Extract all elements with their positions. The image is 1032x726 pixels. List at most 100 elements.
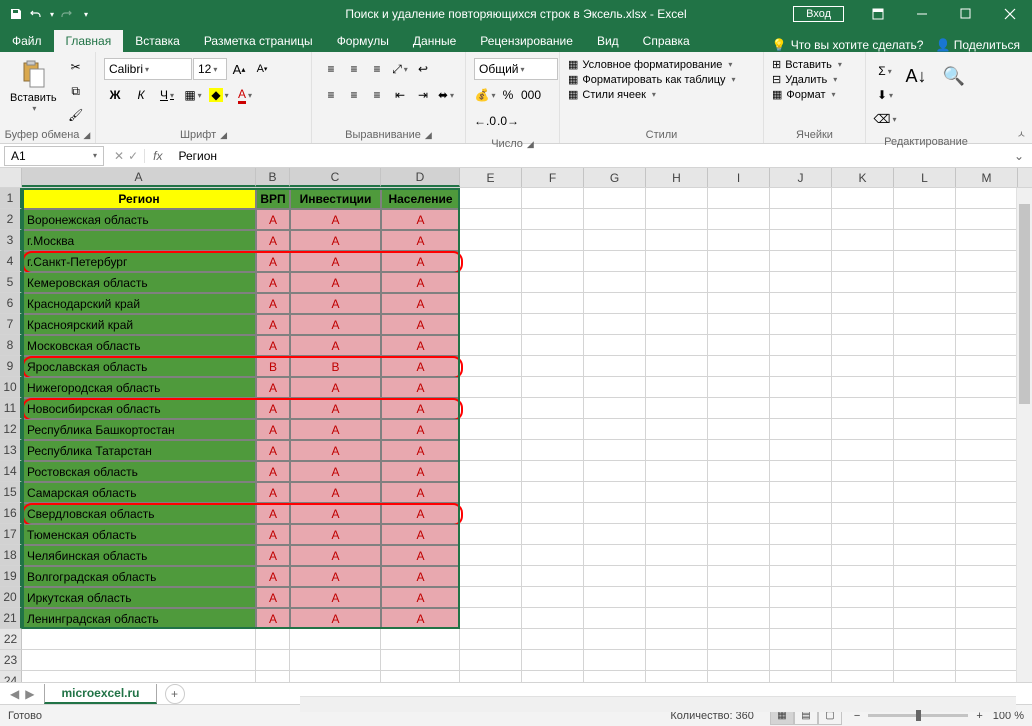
cell[interactable] bbox=[460, 461, 522, 482]
align-top-icon[interactable]: ≡ bbox=[320, 58, 342, 80]
cell[interactable] bbox=[956, 398, 1018, 419]
cell[interactable]: A bbox=[290, 209, 381, 230]
cell[interactable] bbox=[22, 650, 256, 671]
cell[interactable] bbox=[708, 650, 770, 671]
tab-file[interactable]: Файл bbox=[0, 30, 54, 52]
vertical-scrollbar[interactable] bbox=[1016, 188, 1032, 682]
cell[interactable] bbox=[770, 272, 832, 293]
cell[interactable] bbox=[460, 272, 522, 293]
cell[interactable] bbox=[584, 587, 646, 608]
cell[interactable]: A bbox=[256, 482, 290, 503]
cell[interactable] bbox=[584, 272, 646, 293]
cell[interactable] bbox=[770, 314, 832, 335]
cell[interactable] bbox=[770, 587, 832, 608]
cell[interactable] bbox=[832, 398, 894, 419]
cell[interactable] bbox=[832, 629, 894, 650]
cell[interactable] bbox=[584, 629, 646, 650]
bold-icon[interactable]: Ж bbox=[104, 84, 126, 106]
cell[interactable] bbox=[956, 545, 1018, 566]
cell[interactable] bbox=[460, 188, 522, 209]
row-header[interactable]: 13 bbox=[0, 440, 22, 461]
cell[interactable]: A bbox=[290, 608, 381, 629]
cell[interactable] bbox=[522, 293, 584, 314]
cell[interactable] bbox=[770, 440, 832, 461]
cell[interactable]: A bbox=[381, 272, 460, 293]
cell[interactable]: B bbox=[256, 356, 290, 377]
cell[interactable] bbox=[956, 314, 1018, 335]
undo-dropdown-icon[interactable]: ▾ bbox=[50, 10, 54, 19]
cell[interactable] bbox=[832, 293, 894, 314]
add-sheet-icon[interactable]: + bbox=[165, 684, 185, 704]
cell[interactable] bbox=[832, 587, 894, 608]
cell[interactable] bbox=[522, 461, 584, 482]
cell[interactable]: A bbox=[256, 230, 290, 251]
cell[interactable] bbox=[832, 272, 894, 293]
zoom-slider[interactable] bbox=[868, 714, 968, 717]
indent-inc-icon[interactable]: ⇥ bbox=[412, 84, 434, 106]
cell[interactable]: Инвестиции bbox=[290, 188, 381, 209]
cell[interactable]: A bbox=[290, 545, 381, 566]
cell[interactable]: A bbox=[290, 251, 381, 272]
comma-icon[interactable]: 000 bbox=[520, 84, 542, 106]
col-header-G[interactable]: G bbox=[584, 168, 646, 187]
cell[interactable] bbox=[460, 482, 522, 503]
font-dialog-icon[interactable]: ◢ bbox=[220, 130, 227, 141]
tab-help[interactable]: Справка bbox=[631, 30, 702, 52]
cell[interactable] bbox=[522, 377, 584, 398]
cell[interactable]: A bbox=[381, 398, 460, 419]
cell[interactable] bbox=[708, 251, 770, 272]
cell[interactable] bbox=[770, 482, 832, 503]
cell[interactable] bbox=[832, 503, 894, 524]
cell[interactable]: A bbox=[381, 356, 460, 377]
cell[interactable] bbox=[522, 314, 584, 335]
align-left-icon[interactable]: ≡ bbox=[320, 84, 342, 106]
cell[interactable] bbox=[460, 566, 522, 587]
cell[interactable] bbox=[832, 230, 894, 251]
table-row[interactable]: Самарская областьAAA bbox=[22, 482, 1018, 503]
cell[interactable] bbox=[832, 482, 894, 503]
row-header[interactable]: 12 bbox=[0, 419, 22, 440]
row-header[interactable]: 10 bbox=[0, 377, 22, 398]
cell[interactable] bbox=[956, 629, 1018, 650]
align-middle-icon[interactable]: ≡ bbox=[343, 58, 365, 80]
fill-icon[interactable]: ⬇▾ bbox=[874, 84, 896, 106]
cell[interactable]: Свердловская область bbox=[22, 503, 256, 524]
redo-icon[interactable] bbox=[58, 6, 74, 22]
save-icon[interactable] bbox=[8, 6, 24, 22]
row-header[interactable]: 9 bbox=[0, 356, 22, 377]
cell[interactable]: Ленинградская область bbox=[22, 608, 256, 629]
col-header-E[interactable]: E bbox=[460, 168, 522, 187]
cell[interactable] bbox=[584, 566, 646, 587]
ribbon-options-icon[interactable] bbox=[856, 0, 900, 28]
cell[interactable] bbox=[956, 587, 1018, 608]
tellme-search[interactable]: 💡Что вы хотите сделать? bbox=[772, 38, 924, 52]
cell[interactable]: A bbox=[256, 377, 290, 398]
cell[interactable] bbox=[584, 188, 646, 209]
share-button[interactable]: 👤 Поделиться bbox=[935, 38, 1020, 52]
cell[interactable] bbox=[708, 272, 770, 293]
tab-formulas[interactable]: Формулы bbox=[325, 30, 401, 52]
cell[interactable] bbox=[770, 230, 832, 251]
cell[interactable] bbox=[460, 251, 522, 272]
cell[interactable]: A bbox=[381, 566, 460, 587]
cell[interactable] bbox=[770, 503, 832, 524]
col-header-J[interactable]: J bbox=[770, 168, 832, 187]
cell[interactable] bbox=[522, 398, 584, 419]
cell[interactable] bbox=[522, 230, 584, 251]
cell[interactable] bbox=[522, 629, 584, 650]
cell[interactable] bbox=[894, 629, 956, 650]
cell[interactable]: A bbox=[381, 524, 460, 545]
table-row[interactable]: Тюменская областьAAA bbox=[22, 524, 1018, 545]
cell[interactable]: Население bbox=[381, 188, 460, 209]
cell[interactable] bbox=[894, 566, 956, 587]
cell[interactable]: Красноярский край bbox=[22, 314, 256, 335]
cell[interactable] bbox=[381, 650, 460, 671]
row-header[interactable]: 17 bbox=[0, 524, 22, 545]
table-row[interactable]: Челябинская областьAAA bbox=[22, 545, 1018, 566]
cell[interactable]: A bbox=[381, 440, 460, 461]
cell[interactable] bbox=[256, 671, 290, 682]
cell[interactable]: A bbox=[290, 461, 381, 482]
col-header-C[interactable]: C bbox=[290, 168, 381, 187]
cell[interactable]: A bbox=[290, 503, 381, 524]
cell[interactable] bbox=[22, 671, 256, 682]
